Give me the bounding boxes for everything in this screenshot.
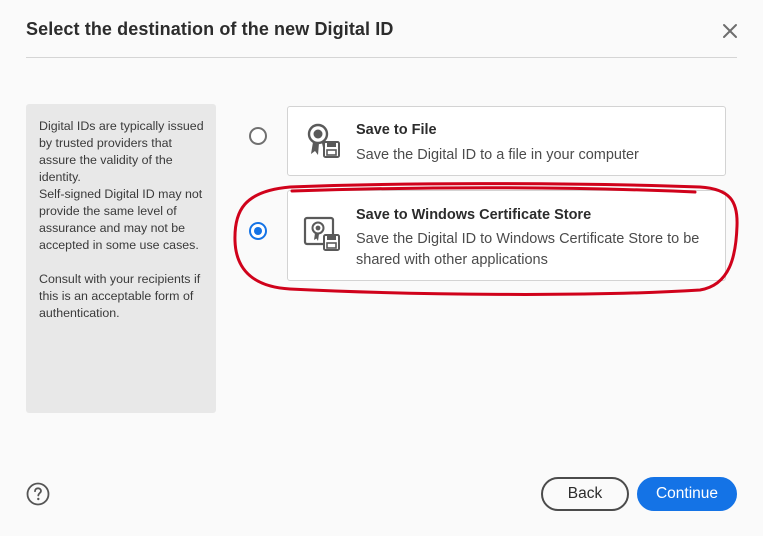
digital-id-destination-dialog: Select the destination of the new Digita… <box>0 0 763 536</box>
radio-save-to-windows-certificate-store[interactable] <box>249 222 267 240</box>
option-title: Save to Windows Certificate Store <box>356 207 592 223</box>
info-paragraph-1: Digital IDs are typically issued by trus… <box>39 119 204 252</box>
info-paragraph-2: Consult with your recipients if this is … <box>39 272 201 320</box>
help-button[interactable] <box>26 482 50 506</box>
close-icon <box>723 24 737 38</box>
option-title: Save to File <box>356 122 437 138</box>
help-icon <box>26 482 50 506</box>
radio-save-to-file[interactable] <box>249 127 267 145</box>
option-description: Save the Digital ID to a file in your co… <box>356 147 639 163</box>
option-card-save-to-windows-certificate-store[interactable]: Save to Windows Certificate Store Save t… <box>287 190 726 281</box>
option-card-save-to-file[interactable]: Save to File Save the Digital ID to a fi… <box>287 106 726 176</box>
title-divider <box>26 57 737 58</box>
certificate-save-icon <box>307 123 340 158</box>
option-description: Save the Digital ID to Windows Certifica… <box>356 231 700 268</box>
back-button[interactable]: Back <box>541 477 629 511</box>
continue-button[interactable]: Continue <box>637 477 737 511</box>
certificate-store-icon <box>303 216 340 251</box>
dialog-title: Select the destination of the new Digita… <box>26 19 394 39</box>
close-button[interactable] <box>719 20 741 42</box>
info-panel: Digital IDs are typically issued by trus… <box>26 104 216 413</box>
